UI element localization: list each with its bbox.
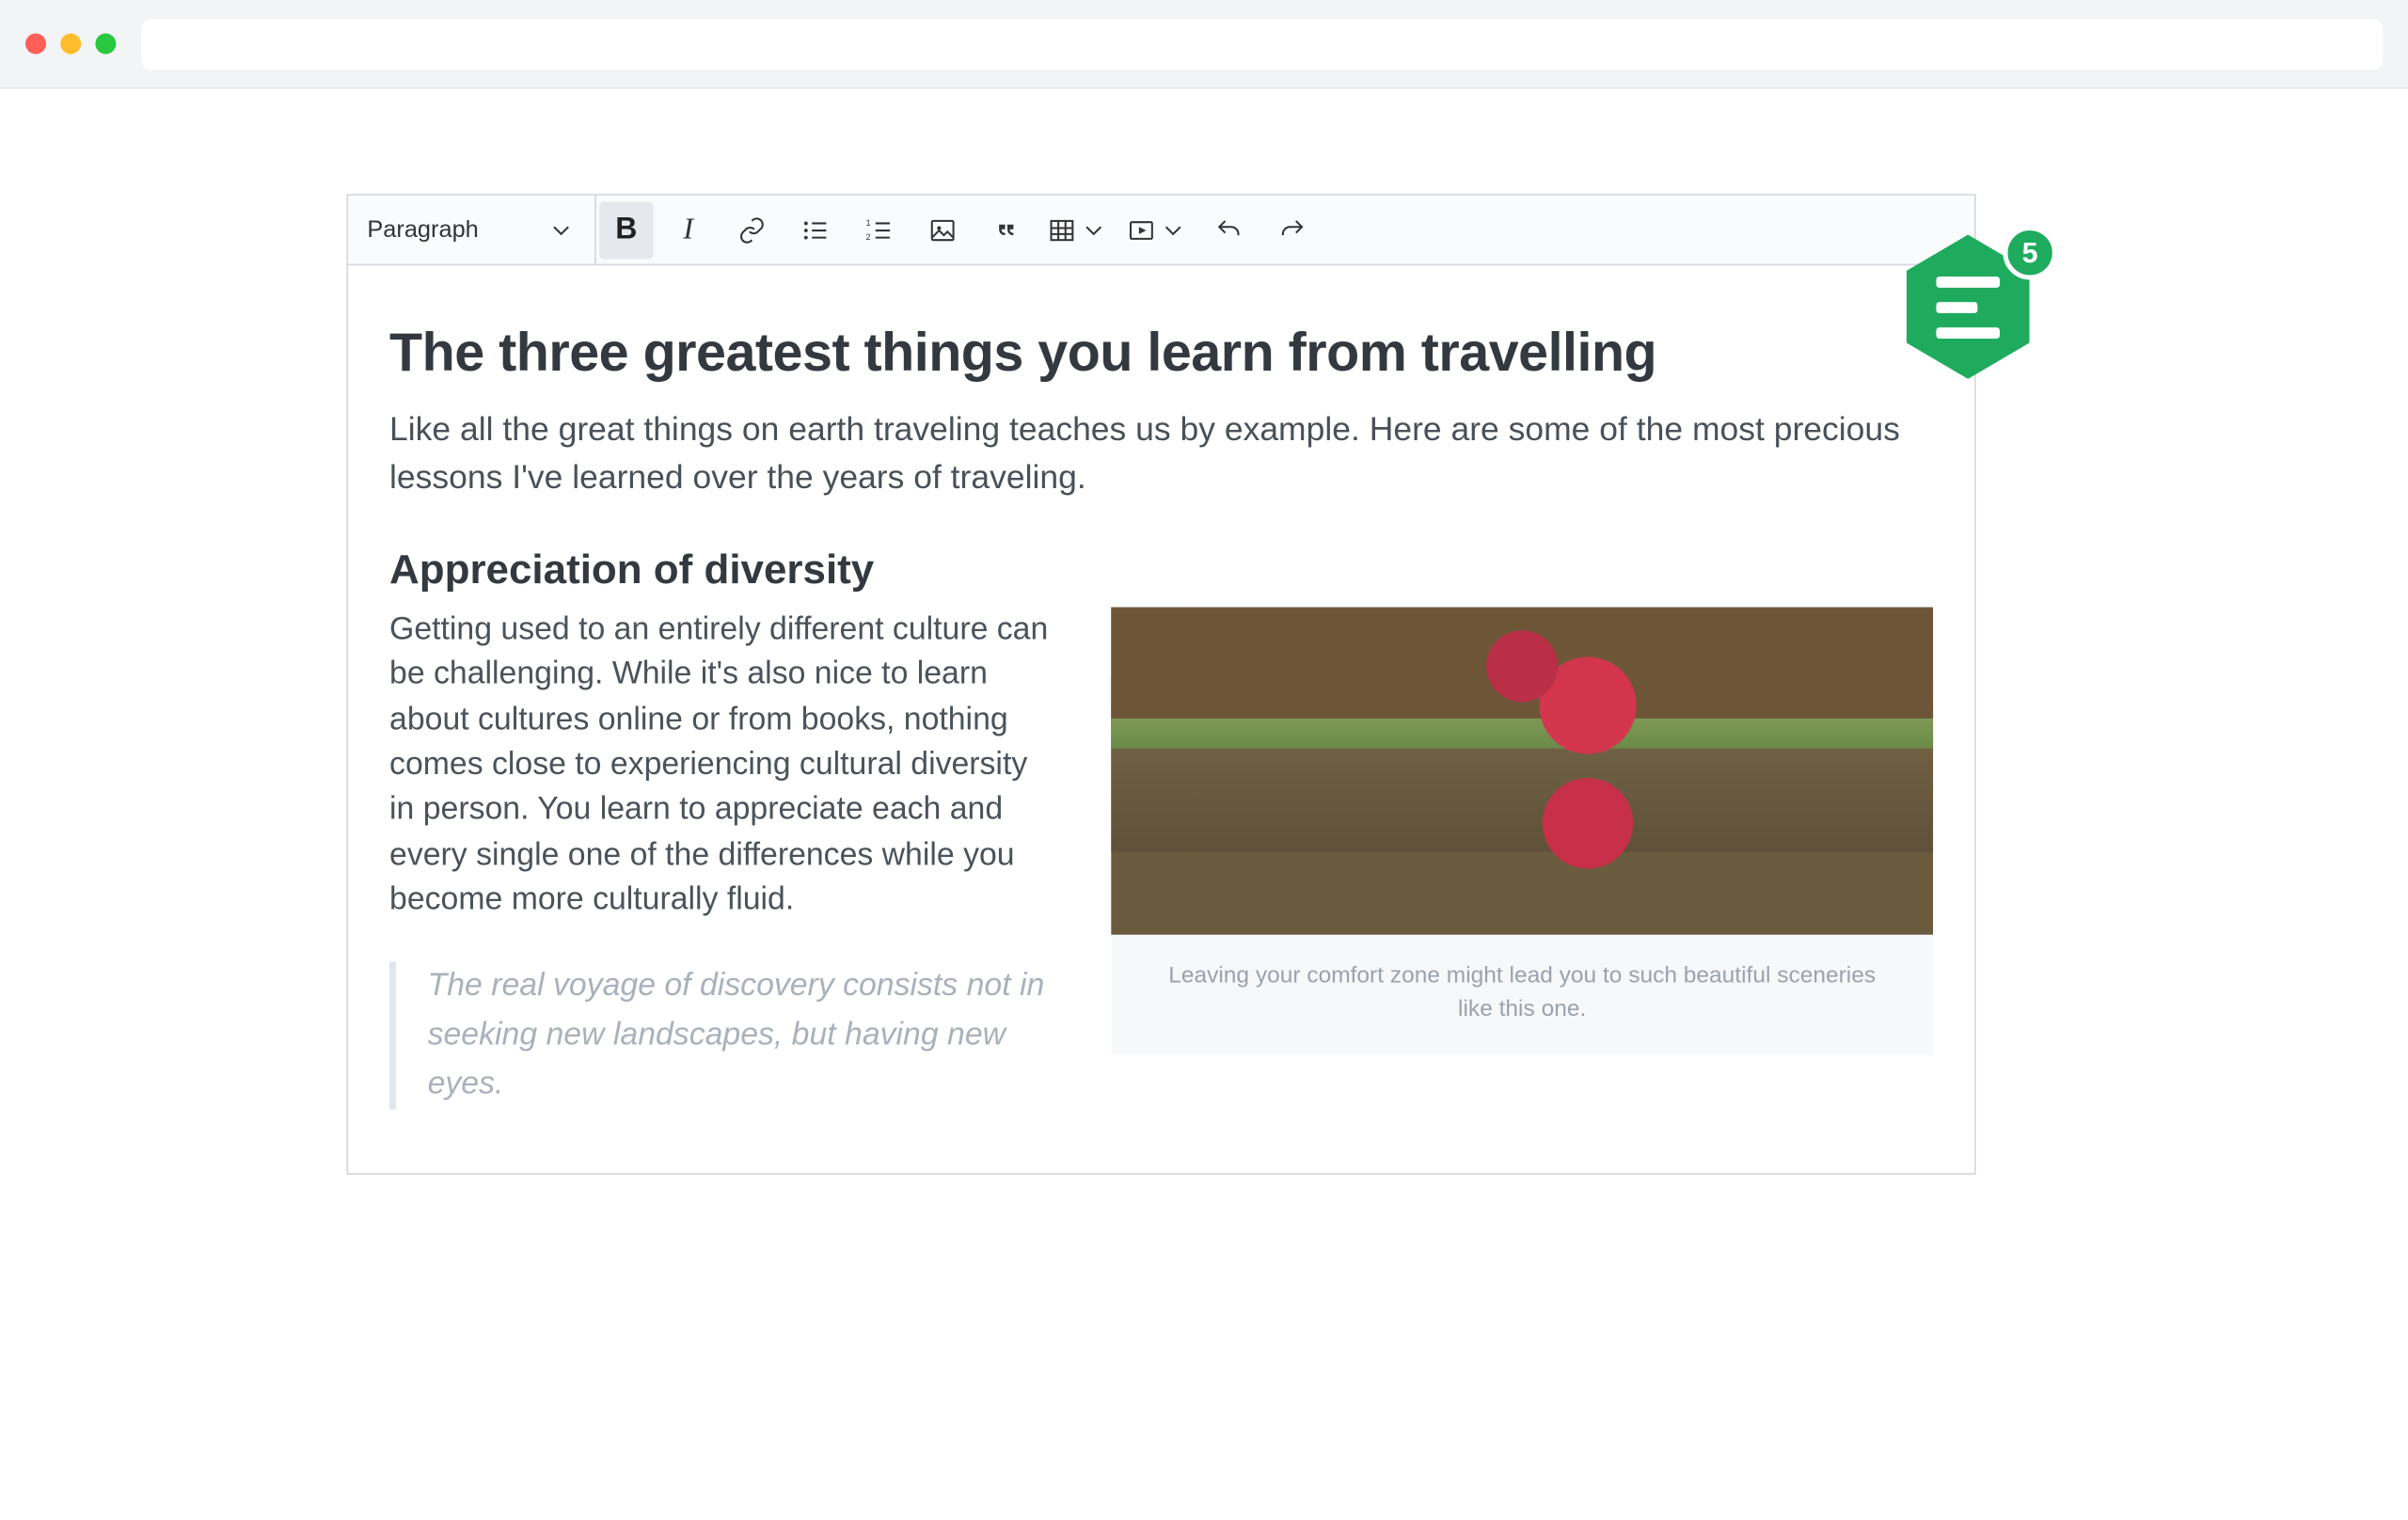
bulleted-list-icon <box>801 215 830 244</box>
insert-image-button[interactable] <box>911 195 974 264</box>
browser-title-bar <box>0 0 2408 89</box>
rich-text-editor: Paragraph B I <box>346 194 1975 1174</box>
link-icon <box>737 215 766 244</box>
bold-icon: B <box>615 213 637 247</box>
insert-table-button[interactable] <box>1038 195 1118 264</box>
window-controls <box>25 33 116 54</box>
window-minimize-button[interactable] <box>60 33 81 54</box>
notification-badge[interactable]: 5 <box>1901 230 2035 383</box>
window-maximize-button[interactable] <box>95 33 116 54</box>
fade-overlay <box>0 1345 2408 1520</box>
notification-count: 5 <box>2003 226 2056 279</box>
redo-button[interactable] <box>1260 195 1324 264</box>
window-close-button[interactable] <box>25 33 46 54</box>
chevron-down-icon <box>1159 215 1187 244</box>
section-heading[interactable]: Appreciation of diversity <box>389 545 1933 594</box>
italic-button[interactable]: I <box>657 195 721 264</box>
blockquote[interactable]: The real voyage of discovery consists no… <box>389 961 1057 1109</box>
block-style-select[interactable]: Paragraph <box>348 196 596 264</box>
figure-caption[interactable]: Leaving your comfort zone might lead you… <box>1111 935 1933 1027</box>
link-button[interactable] <box>721 195 784 264</box>
media-icon <box>1127 215 1155 244</box>
table-icon <box>1048 215 1076 244</box>
blockquote-icon <box>992 215 1021 244</box>
document-title[interactable]: The three greatest things you learn from… <box>389 323 1933 385</box>
editor-toolbar: Paragraph B I <box>348 196 1974 265</box>
svg-text:2: 2 <box>866 231 871 241</box>
numbered-list-icon: 1 2 <box>864 215 893 244</box>
insert-media-button[interactable] <box>1117 195 1197 264</box>
chevron-down-icon <box>547 215 575 244</box>
address-bar[interactable] <box>141 18 2383 69</box>
figure[interactable]: Leaving your comfort zone might lead you… <box>1111 607 1933 1055</box>
bulleted-list-button[interactable] <box>784 195 848 264</box>
editor-content[interactable]: The three greatest things you learn from… <box>348 265 1974 1172</box>
svg-text:1: 1 <box>866 217 871 227</box>
undo-button[interactable] <box>1197 195 1261 264</box>
numbered-list-button[interactable]: 1 2 <box>848 195 911 264</box>
blockquote-button[interactable] <box>974 195 1038 264</box>
app-logo-icon <box>1936 277 2000 339</box>
page-canvas: Paragraph B I <box>0 89 2408 1520</box>
image-icon <box>928 215 957 244</box>
body-paragraph[interactable]: Getting used to an entirely different cu… <box>389 607 1057 923</box>
toolbar-buttons: B I <box>596 196 1324 264</box>
lead-paragraph[interactable]: Like all the great things on earth trave… <box>389 407 1933 504</box>
figure-image[interactable] <box>1111 607 1933 934</box>
chevron-down-icon <box>1080 215 1108 244</box>
undo-icon <box>1214 215 1243 244</box>
bold-button[interactable]: B <box>599 201 653 259</box>
redo-icon <box>1278 215 1307 244</box>
italic-icon: I <box>683 213 693 247</box>
block-style-label: Paragraph <box>367 216 478 244</box>
